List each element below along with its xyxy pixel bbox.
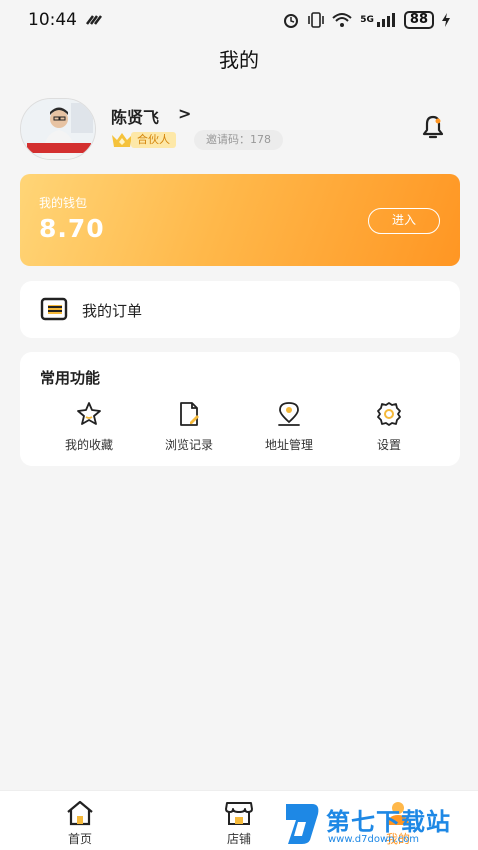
- profile-header: 陈贤飞 > 合伙人 邀请码：178: [20, 98, 458, 162]
- common-functions-card: 常用功能 我的收藏 浏览记录 地址管理 设置: [20, 352, 460, 466]
- battery-indicator: 88: [403, 11, 434, 29]
- gear-icon: [377, 402, 401, 426]
- invite-code: 邀请码：178: [194, 130, 283, 150]
- watermark: 第七下载站 www.d7down.com: [282, 796, 472, 850]
- watermark-brand: 第七下载站: [326, 808, 451, 836]
- orders-label: 我的订单: [82, 302, 143, 320]
- wallet-amount: 8.70: [39, 214, 105, 243]
- chevron-right-icon[interactable]: >: [178, 104, 191, 123]
- functions-grid: 我的收藏 浏览记录 地址管理 设置: [20, 400, 460, 456]
- function-label: 浏览记录: [164, 438, 213, 452]
- avatar-image: [21, 99, 95, 159]
- location-icon: [278, 402, 300, 426]
- wallet-label: 我的钱包: [39, 196, 88, 210]
- link-icon: [86, 15, 102, 25]
- wifi-icon: [332, 13, 352, 27]
- function-label: 地址管理: [264, 438, 313, 452]
- charging-icon: [442, 13, 450, 27]
- crown-icon: [112, 133, 132, 147]
- wallet-enter-button[interactable]: 进入: [368, 208, 440, 234]
- partner-badge-label: 合伙人: [131, 132, 176, 148]
- star-icon: [77, 402, 101, 425]
- wallet-card[interactable]: 我的钱包 8.70 进入: [20, 174, 460, 266]
- status-time: 10:44: [28, 10, 77, 30]
- function-label: 我的收藏: [64, 438, 113, 452]
- my-orders-row[interactable]: 我的订单: [20, 281, 460, 338]
- function-label: 设置: [376, 438, 401, 452]
- signal-icon: [376, 13, 395, 27]
- page-title: 我的: [219, 48, 259, 72]
- status-bar: 10:44 5G 88: [0, 0, 478, 40]
- function-settings[interactable]: 设置: [339, 400, 439, 453]
- function-address[interactable]: 地址管理: [239, 400, 339, 453]
- alarm-icon: [284, 14, 299, 28]
- network-label: 5G: [360, 15, 374, 25]
- orders-icon: [40, 297, 68, 321]
- user-name[interactable]: 陈贤飞: [111, 104, 159, 128]
- bell-icon[interactable]: [418, 112, 448, 142]
- partner-badge: 合伙人: [111, 131, 176, 149]
- avatar[interactable]: [20, 98, 96, 160]
- tab-label: 店铺: [226, 832, 251, 846]
- function-favorites[interactable]: 我的收藏: [39, 400, 139, 453]
- tab-home[interactable]: 首页: [40, 799, 120, 847]
- watermark-logo-icon: [286, 804, 319, 844]
- watermark-url: www.d7down.com: [328, 834, 420, 845]
- store-icon: [225, 802, 253, 825]
- home-icon: [67, 800, 93, 826]
- history-icon: [180, 402, 199, 426]
- vibrate-icon: [308, 12, 325, 28]
- function-history[interactable]: 浏览记录: [139, 400, 239, 453]
- tab-label: 首页: [67, 832, 92, 846]
- tab-store[interactable]: 店铺: [199, 799, 279, 847]
- functions-title: 常用功能: [40, 369, 101, 387]
